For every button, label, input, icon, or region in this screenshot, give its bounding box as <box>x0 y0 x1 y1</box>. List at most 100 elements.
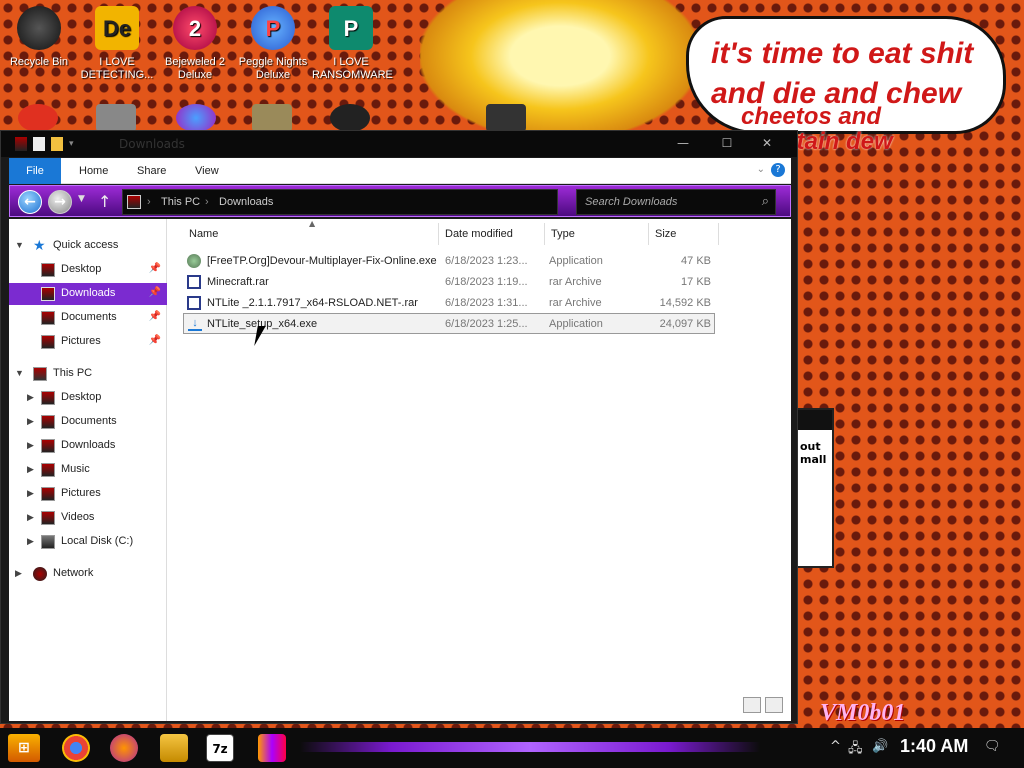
customize-chevron-icon[interactable]: ▾ <box>69 139 74 149</box>
paint-app-icon[interactable] <box>258 734 286 762</box>
nav-quick-pictures[interactable]: Pictures 📌 <box>9 331 167 353</box>
clock[interactable]: 1:40 AM <box>900 736 968 757</box>
tab-share[interactable]: Share <box>137 158 166 184</box>
file-explorer-icon[interactable] <box>160 734 188 762</box>
file-size: 14,592 KB <box>659 297 711 309</box>
firefox-icon[interactable] <box>110 734 138 762</box>
nav-quick-desktop[interactable]: Desktop 📌 <box>9 259 167 281</box>
nav-pc-pictures[interactable]: ▶ Pictures <box>9 483 167 505</box>
collapsed-arrow-icon[interactable]: ▶ <box>27 536 34 547</box>
nav-quick-access[interactable]: ▼ ★ Quick access <box>9 235 167 257</box>
collapsed-arrow-icon[interactable]: ▶ <box>27 488 34 499</box>
window-stack-icon[interactable] <box>96 104 136 132</box>
file-type: Application <box>549 255 603 267</box>
breadcrumb-separator-icon: › <box>205 196 209 208</box>
large-icons-view-icon[interactable] <box>765 697 783 713</box>
column-header-type[interactable]: Type <box>545 223 649 245</box>
nav-pc-videos[interactable]: ▶ Videos <box>9 507 167 529</box>
collapsed-arrow-icon[interactable]: ▶ <box>15 568 22 579</box>
column-header-date[interactable]: Date modified <box>439 223 545 245</box>
breadcrumb-separator-icon: › <box>147 196 151 208</box>
tab-file[interactable]: File <box>9 158 61 184</box>
minimize-button[interactable]: — <box>663 133 703 153</box>
forward-button[interactable]: → <box>48 190 72 214</box>
start-button[interactable]: ⊞ <box>8 734 40 762</box>
gear-desktop-icon[interactable] <box>330 104 370 132</box>
new-folder-icon[interactable] <box>51 137 63 151</box>
address-field[interactable]: › This PC › Downloads <box>122 189 558 215</box>
nav-pc-downloads[interactable]: ▶ Downloads <box>9 435 167 457</box>
expanded-arrow-icon[interactable]: ▼ <box>15 368 24 378</box>
app-desktop-icon[interactable] <box>486 104 526 132</box>
desktop-icon-label: Peggle Nights Deluxe <box>238 56 308 81</box>
desktop-icon-ransomware[interactable]: P I LOVE RANSOMWARE <box>312 6 393 82</box>
file-type: rar Archive <box>549 297 602 309</box>
expanded-arrow-icon[interactable]: ▼ <box>15 240 24 250</box>
tab-view[interactable]: View <box>195 158 219 184</box>
file-size: 24,097 KB <box>659 318 711 330</box>
collapsed-arrow-icon[interactable]: ▶ <box>27 440 34 451</box>
rar-archive-icon <box>187 296 201 310</box>
file-row[interactable]: [FreeTP.Org]Devour-Multiplayer-Fix-Onlin… <box>183 251 715 272</box>
desktop-icon-bejeweled[interactable]: 2 Bejeweled 2 Deluxe <box>156 6 234 82</box>
expand-ribbon-chevron-icon[interactable]: ⌄ <box>757 164 765 175</box>
chrome-desktop-icon[interactable] <box>18 104 58 132</box>
navigation-pane: ▼ ★ Quick access Desktop 📌 Downloads 📌 D… <box>9 219 167 721</box>
desktop-icon-peggle[interactable]: P Peggle Nights Deluxe <box>234 6 312 82</box>
network-icon <box>33 567 47 581</box>
back-button[interactable]: ← <box>18 190 42 214</box>
close-button[interactable]: ✕ <box>747 133 787 153</box>
nav-pc-music[interactable]: ▶ Music <box>9 459 167 481</box>
details-view-icon[interactable] <box>743 697 761 713</box>
nav-network[interactable]: ▶ Network <box>9 563 167 585</box>
file-type: rar Archive <box>549 276 602 288</box>
file-row[interactable]: NTLite _2.1.1.7917_x64-RSLOAD.NET-.rar 6… <box>183 293 715 314</box>
breadcrumb-downloads[interactable]: Downloads <box>219 196 273 208</box>
recent-locations-chevron-icon[interactable]: ▼ <box>78 194 85 204</box>
explorer-window: ▾ Downloads — ☐ ✕ File Home Share View ⌄… <box>0 130 798 724</box>
background-window-titlebar <box>798 410 832 430</box>
nav-quick-documents[interactable]: Documents 📌 <box>9 307 167 329</box>
chrome-icon[interactable] <box>62 734 90 762</box>
search-placeholder: Search Downloads <box>585 196 678 208</box>
globe-icon[interactable] <box>176 104 216 132</box>
pin-icon[interactable]: 📌 <box>149 263 161 274</box>
documents-icon <box>41 311 55 325</box>
file-date: 6/18/2023 1:19... <box>445 276 528 288</box>
pin-icon[interactable]: 📌 <box>149 311 161 322</box>
background-window[interactable]: out mall <box>796 408 834 568</box>
up-button[interactable]: ↑ <box>98 192 111 211</box>
nav-this-pc[interactable]: ▼ This PC <box>9 363 167 385</box>
search-input[interactable]: Search Downloads ⌕ <box>576 189 776 215</box>
collapsed-arrow-icon[interactable]: ▶ <box>27 464 34 475</box>
pin-icon[interactable]: 📌 <box>149 287 161 298</box>
help-icon[interactable]: ? <box>771 163 785 177</box>
nav-pc-documents[interactable]: ▶ Documents <box>9 411 167 433</box>
collapsed-arrow-icon[interactable]: ▶ <box>27 416 34 427</box>
flower-icon[interactable] <box>252 104 292 132</box>
star-icon: ★ <box>33 237 46 253</box>
forward-arrow-icon: → <box>54 194 66 210</box>
collapsed-arrow-icon[interactable]: ▶ <box>27 392 34 403</box>
file-row[interactable]: Minecraft.rar 6/18/2023 1:19... rar Arch… <box>183 272 715 293</box>
volume-icon[interactable]: 🔊 <box>872 739 888 754</box>
nav-quick-downloads[interactable]: Downloads 📌 <box>9 283 167 305</box>
desktop-icon-recycle-bin[interactable]: Recycle Bin <box>0 6 78 69</box>
column-header-name[interactable]: Name <box>183 223 439 245</box>
nav-pc-local-disk[interactable]: ▶ Local Disk (C:) <box>9 531 167 553</box>
7zip-icon[interactable]: 7z <box>206 734 234 762</box>
maximize-button[interactable]: ☐ <box>707 133 747 153</box>
pin-icon[interactable]: 📌 <box>149 335 161 346</box>
music-icon <box>41 463 55 477</box>
properties-icon[interactable] <box>33 137 45 151</box>
network-tray-icon[interactable]: 🖧 <box>848 739 863 761</box>
nav-pc-desktop[interactable]: ▶ Desktop <box>9 387 167 409</box>
column-header-size[interactable]: Size <box>649 223 719 245</box>
breadcrumb-this-pc[interactable]: This PC <box>161 196 200 208</box>
downloads-icon <box>41 287 55 301</box>
action-center-icon[interactable]: 🗨 <box>984 739 1001 754</box>
show-hidden-icons-chevron-icon[interactable]: ^ <box>830 739 841 754</box>
tab-home[interactable]: Home <box>79 158 108 184</box>
desktop-icon-detecting[interactable]: De I LOVE DETECTING... <box>78 6 156 82</box>
collapsed-arrow-icon[interactable]: ▶ <box>27 512 34 523</box>
